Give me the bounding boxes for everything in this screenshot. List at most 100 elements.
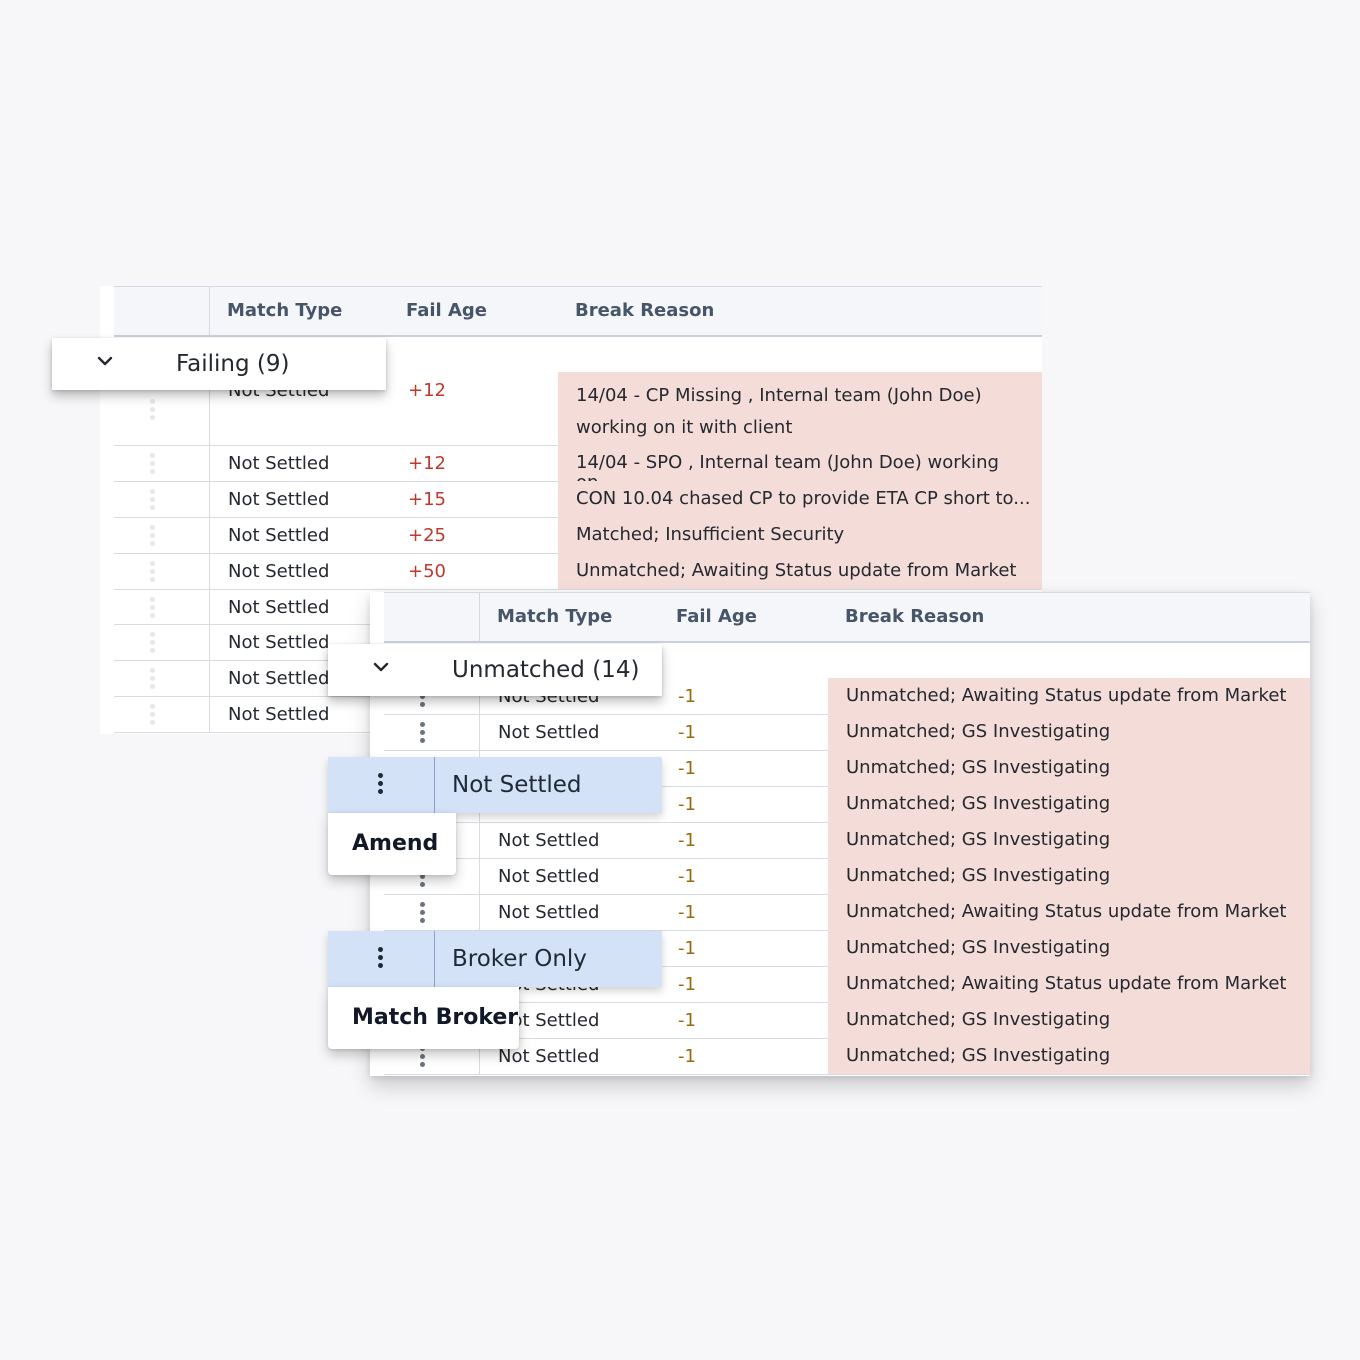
match-type-cell: Not Settled [228, 561, 330, 582]
cell-divider [479, 894, 480, 930]
break-reason-cell: 14/04 - CP Missing , Internal team (John… [558, 372, 1042, 445]
match-type-cell: Not Settled [228, 525, 330, 546]
cell-divider [209, 517, 210, 553]
cell-divider [479, 858, 480, 894]
table-row[interactable]: Not Settled +50 Unmatched; Awaiting Status… [114, 553, 1042, 590]
cell-divider [479, 714, 480, 750]
cell-divider [209, 660, 210, 696]
fail-age-cell: -1 [678, 974, 696, 995]
more-vertical-icon[interactable] [420, 722, 426, 746]
match-type-cell: Not Settled [498, 902, 600, 923]
menu-item-match-broker[interactable]: Match Broker [352, 987, 518, 1049]
more-vertical-icon[interactable] [150, 489, 156, 513]
break-reason-cell: Unmatched; GS Investigating [828, 750, 1310, 786]
fail-age-cell: -1 [678, 794, 696, 815]
context-menu-match-broker: Match Broker [328, 987, 519, 1049]
match-type-cell: Not Settled [498, 722, 600, 743]
header-fail-age[interactable]: Fail Age [406, 287, 487, 335]
table-row[interactable]: Not Settled -1 Unmatched; GS Investigating [384, 858, 1310, 895]
header-divider [479, 593, 480, 641]
break-reason-cell: Unmatched; GS Investigating [828, 1002, 1310, 1038]
break-reason-cell: 14/04 - SPO , Internal team (John Doe) w… [558, 445, 1042, 493]
more-vertical-icon[interactable] [150, 561, 156, 585]
fail-age-cell: +15 [408, 489, 446, 510]
match-type-cell: Not Settled [228, 597, 330, 618]
break-reason-cell: Unmatched; Awaiting Status update from M… [558, 553, 1042, 589]
break-reason-cell: CON 10.04 chased CP to provide ETA CP sh… [558, 481, 1042, 517]
fail-age-cell: -1 [678, 686, 696, 707]
more-vertical-icon[interactable] [420, 1046, 426, 1070]
more-vertical-icon[interactable] [150, 453, 156, 477]
group-toggle-unmatched[interactable]: Unmatched (14) [328, 644, 662, 696]
selected-row-label: Broker Only [452, 946, 587, 972]
break-reason-cell: Unmatched; Awaiting Status update from M… [828, 678, 1310, 714]
break-reason-cell: Unmatched; GS Investigating [828, 822, 1310, 858]
more-vertical-icon[interactable] [150, 525, 156, 549]
cell-divider [434, 931, 435, 987]
more-vertical-icon[interactable] [378, 947, 384, 971]
header-break-reason[interactable]: Break Reason [575, 287, 714, 335]
match-type-cell: Not Settled [228, 704, 330, 725]
fail-age-cell: -1 [678, 758, 696, 779]
break-reason-cell: Unmatched; GS Investigating [828, 1038, 1310, 1074]
fail-age-cell: -1 [678, 1010, 696, 1031]
fail-age-cell: +12 [408, 380, 446, 401]
more-vertical-icon[interactable] [420, 902, 426, 926]
unmatched-table-header: Match Type Fail Age Break Reason [384, 592, 1310, 643]
header-divider [209, 287, 210, 335]
fail-age-cell: +12 [408, 453, 446, 474]
more-vertical-icon[interactable] [150, 596, 156, 621]
fail-age-cell: -1 [678, 722, 696, 743]
chevron-down-icon [373, 662, 389, 672]
cell-divider [479, 822, 480, 858]
header-fail-age[interactable]: Fail Age [676, 593, 757, 641]
fail-age-cell: -1 [678, 1046, 696, 1067]
table-row[interactable]: Not Settled -1 Unmatched; GS Investigating [384, 714, 1310, 751]
selected-row-label: Not Settled [452, 772, 582, 798]
table-row[interactable]: Not Settled -1 Unmatched; Awaiting Status … [384, 894, 1310, 931]
cell-divider [209, 696, 210, 732]
break-reason-cell: Unmatched; Awaiting Status update from M… [828, 966, 1310, 1002]
table-row[interactable]: Not Settled +12 14/04 - SPO , Internal tea… [114, 445, 1042, 493]
selected-row-not-settled[interactable]: Not Settled [328, 757, 662, 813]
break-reason-cell: Unmatched; GS Investigating [828, 858, 1310, 894]
more-vertical-icon[interactable] [150, 398, 156, 423]
fail-age-cell: -1 [678, 830, 696, 851]
more-vertical-icon[interactable] [150, 704, 156, 728]
selected-row-broker-only[interactable]: Broker Only [328, 931, 662, 987]
break-reason-cell: Unmatched; GS Investigating [828, 786, 1310, 822]
cell-divider [209, 445, 210, 481]
more-vertical-icon[interactable] [150, 668, 156, 692]
fail-age-cell: -1 [678, 866, 696, 887]
match-type-cell: Not Settled [498, 866, 600, 887]
group-label-unmatched: Unmatched (14) [452, 657, 640, 683]
chevron-down-icon [97, 356, 113, 366]
menu-item-amend[interactable]: Amend [352, 813, 438, 875]
match-type-cell: Not Settled [228, 668, 330, 689]
more-vertical-icon[interactable] [378, 773, 384, 797]
header-match-type[interactable]: Match Type [227, 287, 342, 335]
table-row[interactable]: Not Settled -1 Unmatched; GS Investigating [384, 822, 1310, 859]
break-reason-cell: Unmatched; Awaiting Status update from M… [828, 894, 1310, 930]
match-type-cell: Not Settled [228, 489, 330, 510]
break-reason-cell: Matched; Insufficient Security [558, 517, 1042, 553]
group-toggle-failing[interactable]: Failing (9) [52, 338, 386, 390]
fail-age-cell: +50 [408, 561, 446, 582]
break-reason-cell: Unmatched; GS Investigating [828, 930, 1310, 966]
more-vertical-icon[interactable] [150, 632, 156, 656]
header-break-reason[interactable]: Break Reason [845, 593, 984, 641]
header-match-type[interactable]: Match Type [497, 593, 612, 641]
table-row[interactable]: Not Settled-1Unmatched; GS Investigating [384, 1002, 1310, 1039]
fail-age-cell: -1 [678, 902, 696, 923]
table-row[interactable]: Not Settled +15 CON 10.04 chased CP to pro… [114, 481, 1042, 518]
table-row[interactable]: Not Settled +25 Matched; Insufficient Secu… [114, 517, 1042, 554]
match-type-cell: Not Settled [228, 632, 330, 653]
match-type-cell: Not Settled [498, 830, 600, 851]
cell-divider [209, 553, 210, 589]
break-reason-cell: Unmatched; GS Investigating [828, 714, 1310, 750]
cell-divider [209, 624, 210, 660]
table-row[interactable]: Not Settled-1Unmatched; GS Investigating [384, 1038, 1310, 1075]
cell-divider [434, 757, 435, 813]
context-menu-amend: Amend [328, 813, 456, 875]
cell-divider [209, 481, 210, 517]
